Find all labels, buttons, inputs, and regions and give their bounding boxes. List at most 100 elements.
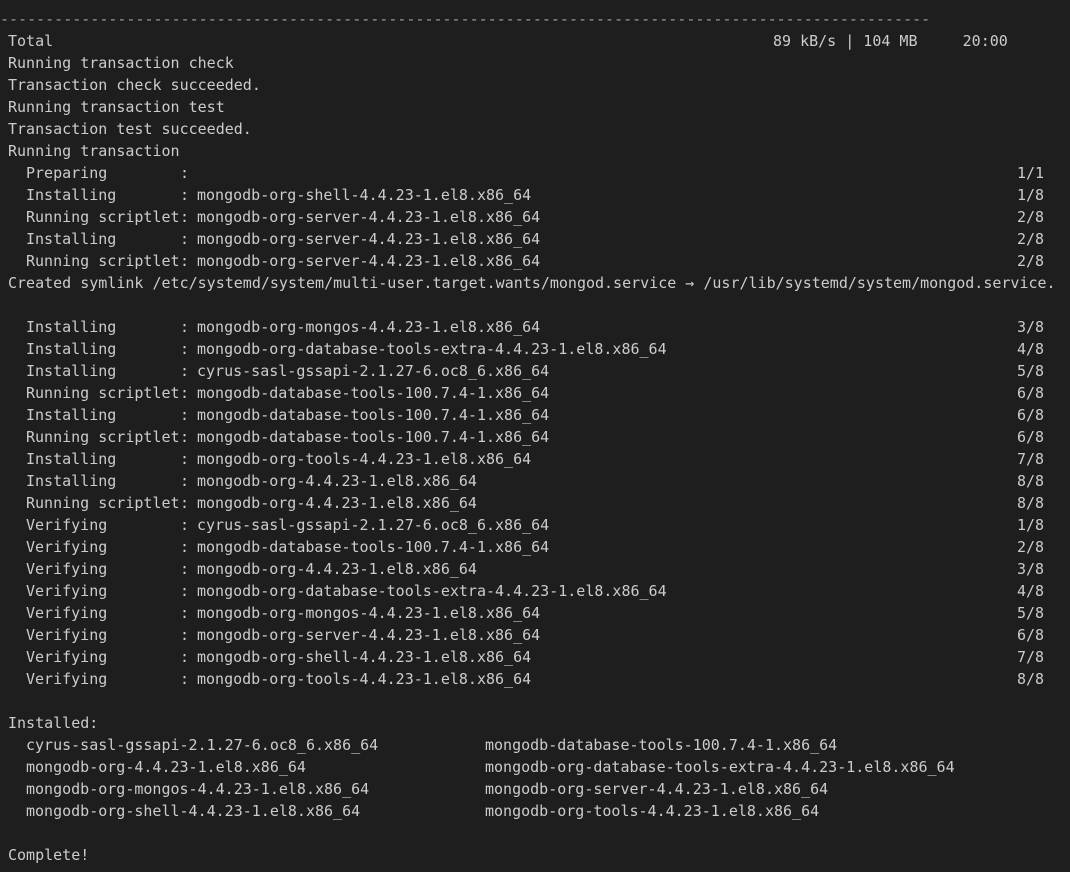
step-progress: 7/8 bbox=[1017, 648, 1045, 666]
step-package: mongodb-database-tools-100.7.4-1.x86_64 bbox=[197, 428, 550, 446]
log-text: Running transaction test bbox=[8, 98, 225, 116]
transaction-step-row: Installing: mongodb-database-tools-100.7.… bbox=[0, 404, 1070, 426]
step-colon: : bbox=[180, 494, 190, 512]
step-colon: : bbox=[180, 428, 190, 446]
installed-row: mongodb-org-shell-4.4.23-1.el8.x86_64 mon… bbox=[0, 800, 1070, 822]
transaction-step-row: Preparing: 1/1 bbox=[0, 162, 1070, 184]
complete-line: Complete! bbox=[0, 844, 1070, 866]
step-package: mongodb-org-4.4.23-1.el8.x86_64 bbox=[197, 494, 477, 512]
step-colon: : bbox=[180, 384, 190, 402]
transaction-step-row: Verifying: cyrus-sasl-gssapi-2.1.27-6.oc8… bbox=[0, 514, 1070, 536]
step-progress: 2/8 bbox=[1017, 538, 1045, 556]
step-colon: : bbox=[180, 582, 190, 600]
step-action: Verifying bbox=[26, 648, 108, 666]
step-progress: 2/8 bbox=[1017, 208, 1045, 226]
step-package: mongodb-database-tools-100.7.4-1.x86_64 bbox=[197, 384, 550, 402]
installed-header: Installed: bbox=[0, 712, 1070, 734]
step-progress: 5/8 bbox=[1017, 604, 1045, 622]
step-progress: 3/8 bbox=[1017, 318, 1045, 336]
step-progress: 6/8 bbox=[1017, 428, 1045, 446]
step-progress: 8/8 bbox=[1017, 670, 1045, 688]
step-colon: : bbox=[180, 648, 190, 666]
step-package: mongodb-org-mongos-4.4.23-1.el8.x86_64 bbox=[197, 318, 541, 336]
step-package: mongodb-org-4.4.23-1.el8.x86_64 bbox=[197, 472, 477, 490]
step-colon: : bbox=[180, 230, 190, 248]
step-action: Running scriptlet bbox=[26, 252, 180, 270]
step-colon: : bbox=[180, 186, 190, 204]
step-package: mongodb-org-mongos-4.4.23-1.el8.x86_64 bbox=[197, 604, 541, 622]
transaction-step-row: Installing: mongodb-org-database-tools-ex… bbox=[0, 338, 1070, 360]
step-colon: : bbox=[180, 516, 190, 534]
step-progress: 6/8 bbox=[1017, 626, 1045, 644]
step-progress: 1/8 bbox=[1017, 516, 1045, 534]
step-action: Verifying bbox=[26, 670, 108, 688]
step-progress: 8/8 bbox=[1017, 494, 1045, 512]
total-stats: 89 kB/s | 104 MB 20:00 bbox=[773, 32, 1008, 50]
step-colon: : bbox=[180, 626, 190, 644]
step-action: Running scriptlet bbox=[26, 494, 180, 512]
step-progress: 2/8 bbox=[1017, 230, 1045, 248]
separator-line: ----------------------------------------… bbox=[0, 10, 931, 28]
step-colon: : bbox=[180, 406, 190, 424]
log-line: Transaction test succeeded. bbox=[0, 118, 1070, 140]
step-action: Verifying bbox=[26, 516, 108, 534]
terminal-output: ----------------------------------------… bbox=[0, 0, 1070, 872]
step-package: mongodb-org-database-tools-extra-4.4.23-… bbox=[197, 582, 667, 600]
total-label: Total bbox=[8, 32, 54, 50]
transaction-step-row: Verifying: mongodb-org-tools-4.4.23-1.el8… bbox=[0, 668, 1070, 690]
log-line: Running transaction test bbox=[0, 96, 1070, 118]
step-colon: : bbox=[180, 538, 190, 556]
transaction-step-row: Verifying: mongodb-org-mongos-4.4.23-1.el… bbox=[0, 602, 1070, 624]
step-action: Running scriptlet bbox=[26, 384, 180, 402]
transaction-step-row: Verifying: mongodb-org-database-tools-ext… bbox=[0, 580, 1070, 602]
step-colon: : bbox=[180, 450, 190, 468]
complete-text: Complete! bbox=[8, 846, 90, 864]
transaction-step-row: Installing: cyrus-sasl-gssapi-2.1.27-6.oc… bbox=[0, 360, 1070, 382]
step-progress: 2/8 bbox=[1017, 252, 1045, 270]
total-line: Total 89 kB/s | 104 MB 20:00 bbox=[0, 30, 1070, 52]
step-action: Installing bbox=[26, 362, 117, 380]
transaction-step-row: Installing: mongodb-org-server-4.4.23-1.e… bbox=[0, 228, 1070, 250]
installed-header-text: Installed: bbox=[8, 714, 99, 732]
step-package: mongodb-org-server-4.4.23-1.el8.x86_64 bbox=[197, 252, 541, 270]
log-text: Transaction test succeeded. bbox=[8, 120, 252, 138]
step-action: Verifying bbox=[26, 560, 108, 578]
step-package: mongodb-org-shell-4.4.23-1.el8.x86_64 bbox=[197, 648, 532, 666]
log-line: Running transaction bbox=[0, 140, 1070, 162]
installed-package: mongodb-org-4.4.23-1.el8.x86_64 bbox=[26, 758, 306, 776]
step-package: mongodb-org-tools-4.4.23-1.el8.x86_64 bbox=[197, 670, 532, 688]
log-line: Transaction check succeeded. bbox=[0, 74, 1070, 96]
step-action: Installing bbox=[26, 186, 117, 204]
step-colon: : bbox=[180, 362, 190, 380]
step-package: mongodb-org-database-tools-extra-4.4.23-… bbox=[197, 340, 667, 358]
log-text: Transaction check succeeded. bbox=[8, 76, 261, 94]
step-progress: 4/8 bbox=[1017, 582, 1045, 600]
installed-package: mongodb-database-tools-100.7.4-1.x86_64 bbox=[485, 736, 838, 754]
step-progress: 1/1 bbox=[1017, 164, 1045, 182]
installed-package: mongodb-org-database-tools-extra-4.4.23-… bbox=[485, 758, 955, 776]
step-action: Installing bbox=[26, 406, 117, 424]
step-colon: : bbox=[180, 670, 190, 688]
transaction-step-row: Installing: mongodb-org-shell-4.4.23-1.el… bbox=[0, 184, 1070, 206]
step-progress: 5/8 bbox=[1017, 362, 1045, 380]
step-package: cyrus-sasl-gssapi-2.1.27-6.oc8_6.x86_64 bbox=[197, 362, 550, 380]
installed-row: cyrus-sasl-gssapi-2.1.27-6.oc8_6.x86_64 m… bbox=[0, 734, 1070, 756]
step-package: mongodb-database-tools-100.7.4-1.x86_64 bbox=[197, 538, 550, 556]
symlink-text: Created symlink /etc/systemd/system/mult… bbox=[8, 274, 1056, 292]
step-colon: : bbox=[180, 208, 190, 226]
step-progress: 1/8 bbox=[1017, 186, 1045, 204]
step-colon: : bbox=[180, 252, 190, 270]
step-action: Running scriptlet bbox=[26, 208, 180, 226]
transaction-step-row: Running scriptlet: mongodb-org-server-4.4… bbox=[0, 206, 1070, 228]
log-text: Running transaction bbox=[8, 142, 180, 160]
step-action: Verifying bbox=[26, 604, 108, 622]
installed-package: mongodb-org-shell-4.4.23-1.el8.x86_64 bbox=[26, 802, 361, 820]
step-action: Verifying bbox=[26, 538, 108, 556]
installed-row: mongodb-org-mongos-4.4.23-1.el8.x86_64 mo… bbox=[0, 778, 1070, 800]
step-action: Installing bbox=[26, 230, 117, 248]
symlink-line: Created symlink /etc/systemd/system/mult… bbox=[0, 272, 1070, 294]
transaction-step-row: Installing: mongodb-org-mongos-4.4.23-1.e… bbox=[0, 316, 1070, 338]
transaction-step-row: Running scriptlet: mongodb-org-server-4.4… bbox=[0, 250, 1070, 272]
log-text: Running transaction check bbox=[8, 54, 234, 72]
step-action: Verifying bbox=[26, 626, 108, 644]
